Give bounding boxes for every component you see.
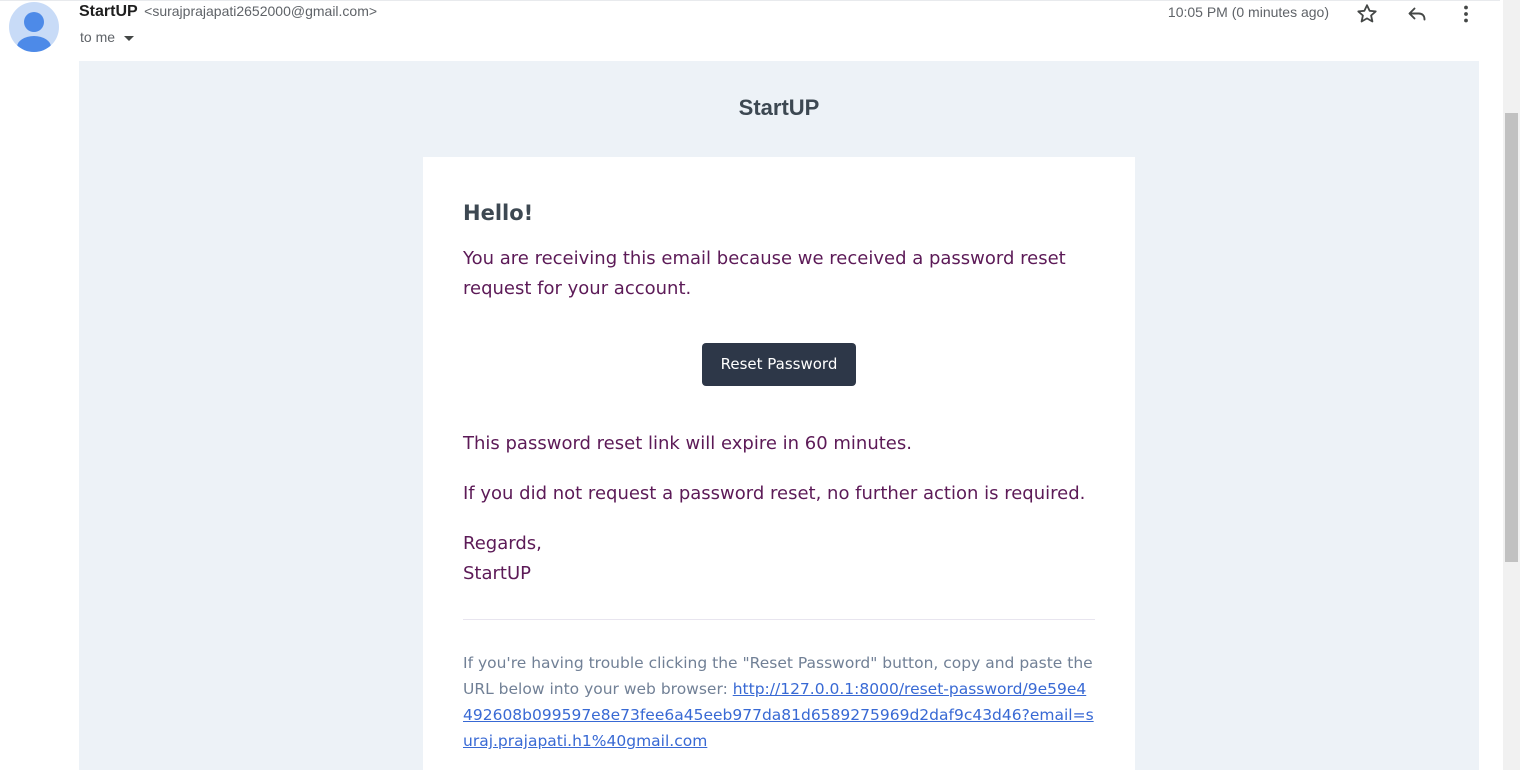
sender-line: StartUP <surajprajapati2652000@gmail.com…	[79, 3, 377, 21]
regards-text: Regards,	[463, 533, 542, 554]
recipient-label: to me	[80, 29, 116, 45]
reply-icon[interactable]	[1405, 2, 1429, 26]
email-content: Hello! You are receiving this email beca…	[463, 199, 1095, 754]
signature-text: StartUP	[463, 563, 532, 584]
timestamp: 10:05 PM (0 minutes ago)	[1167, 4, 1329, 20]
sender-email: <surajprajapati2652000@gmail.com>	[144, 3, 378, 19]
chevron-down-icon[interactable]	[124, 35, 135, 41]
reset-password-button[interactable]: Reset Password	[702, 343, 856, 386]
top-divider	[0, 0, 1500, 1]
email-card: Hello! You are receiving this email beca…	[423, 157, 1135, 770]
divider	[463, 619, 1095, 620]
email-view: StartUP <surajprajapati2652000@gmail.com…	[0, 0, 1520, 770]
email-body: StartUP Hello! You are receiving this em…	[79, 61, 1479, 770]
intro-text: You are receiving this email because we …	[463, 248, 1066, 299]
person-icon	[17, 12, 51, 52]
recipient-line: to me	[80, 29, 135, 45]
star-icon[interactable]	[1355, 2, 1379, 26]
button-row: Reset Password	[463, 343, 1095, 386]
sender-name[interactable]: StartUP	[79, 3, 138, 20]
scrollbar-thumb[interactable]	[1505, 113, 1518, 562]
sender-avatar[interactable]	[9, 2, 59, 52]
greeting: Hello!	[463, 201, 534, 225]
brand-header[interactable]: StartUP	[79, 95, 1479, 121]
no-action-text: If you did not request a password reset,…	[463, 483, 1086, 504]
expiry-text: This password reset link will expire in …	[463, 433, 912, 454]
more-vert-icon[interactable]	[1454, 2, 1478, 26]
signature-block: Regards, StartUP	[463, 529, 1095, 589]
subcopy: If you're having trouble clicking the "R…	[463, 650, 1095, 754]
